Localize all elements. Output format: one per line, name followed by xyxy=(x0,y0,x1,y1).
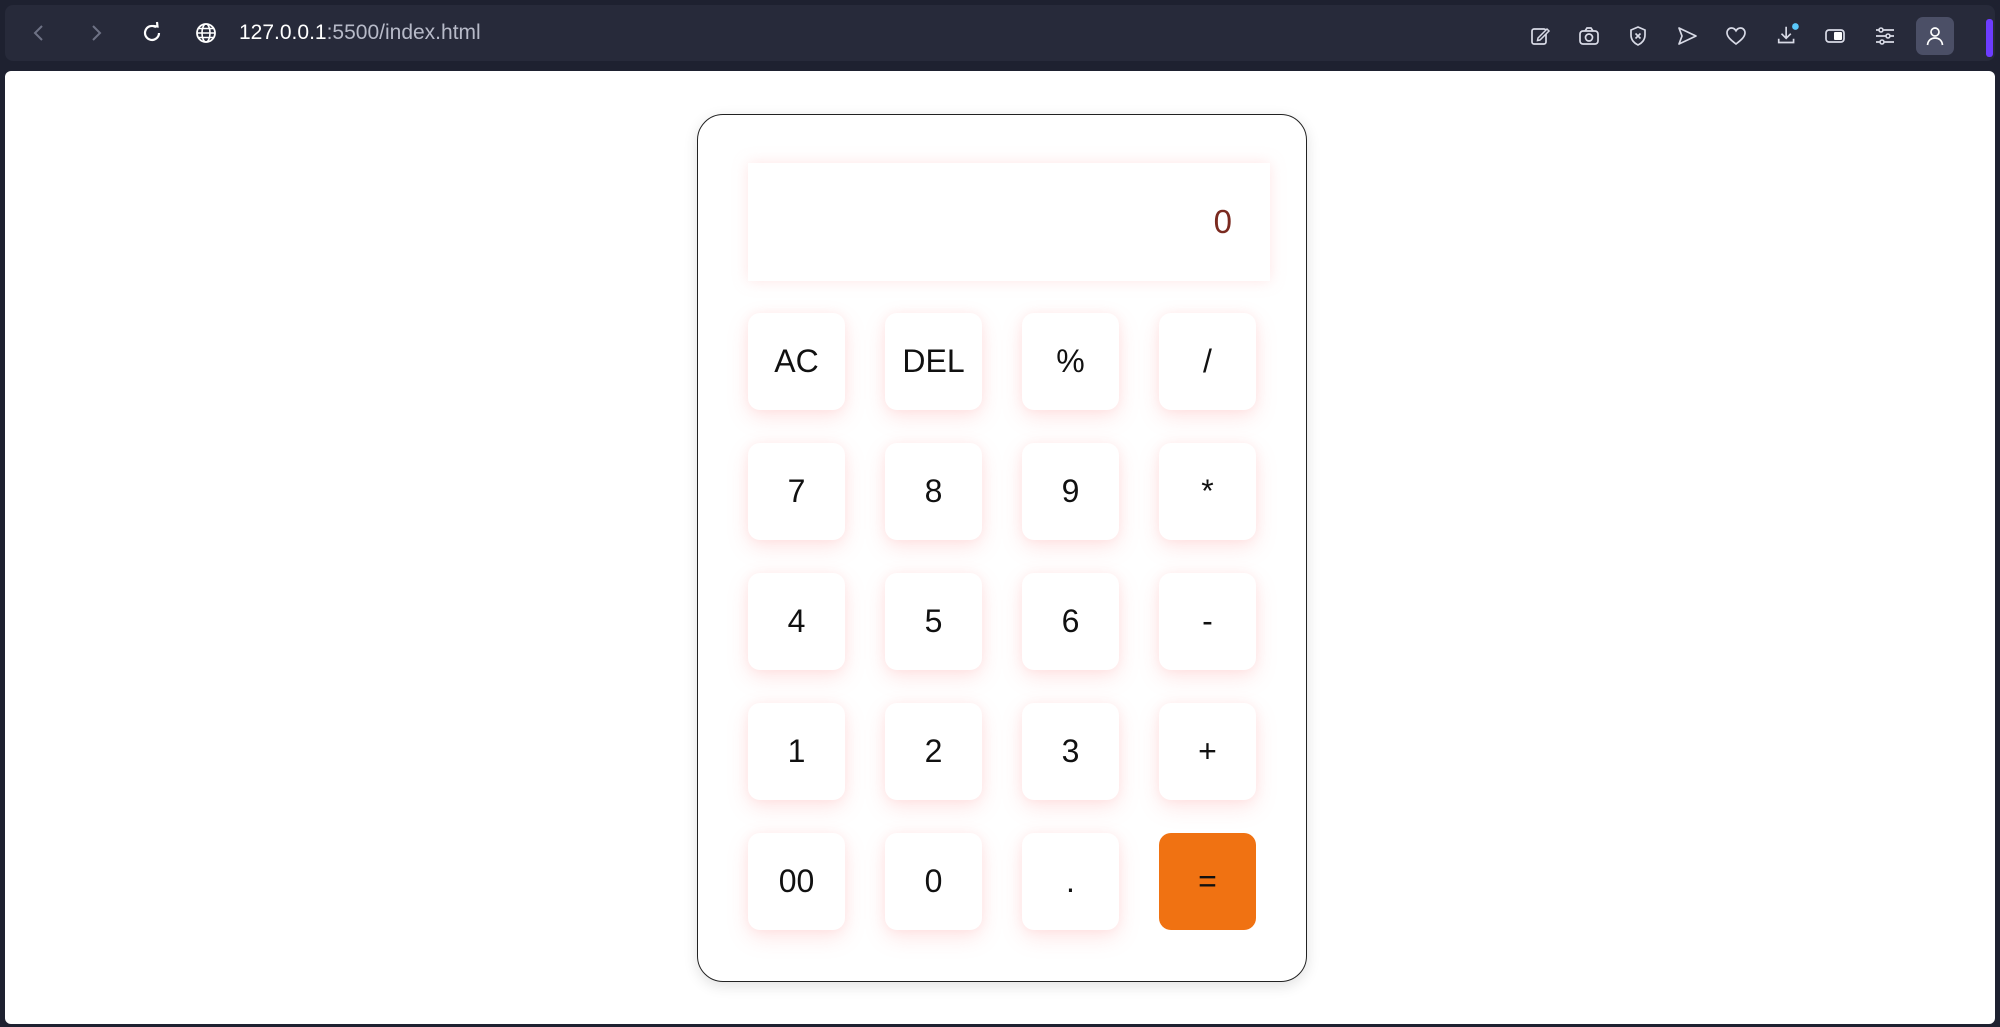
key-1-button[interactable]: 1 xyxy=(748,703,845,800)
calculator-display: 0 xyxy=(748,163,1270,281)
calculator: 0 AC DEL%/7 8 9 * 4 5 6-1 2 3 +00 0. = xyxy=(697,114,1307,982)
camera-icon[interactable] xyxy=(1576,23,1602,49)
heart-icon[interactable] xyxy=(1723,23,1749,49)
key-8-button[interactable]: 8 xyxy=(885,443,982,540)
browser-toolbar: 127.0.0.1:5500/index.html xyxy=(5,5,1995,61)
key-subtract-button[interactable]: - xyxy=(1159,573,1256,670)
key-equals-button[interactable]: = xyxy=(1159,833,1256,930)
edit-icon[interactable] xyxy=(1527,23,1553,49)
globe-icon[interactable] xyxy=(192,19,220,47)
battery-icon[interactable] xyxy=(1823,23,1849,49)
key-double-zero-button[interactable]: 00 xyxy=(748,833,845,930)
sidebar-accent-strip[interactable] xyxy=(1986,19,1993,57)
key-0-button[interactable]: 0 xyxy=(885,833,982,930)
back-icon[interactable] xyxy=(25,19,53,47)
forward-icon[interactable] xyxy=(82,19,110,47)
key-add-button[interactable]: + xyxy=(1159,703,1256,800)
shield-icon[interactable] xyxy=(1625,23,1651,49)
key-divide-button[interactable]: / xyxy=(1159,313,1256,410)
download-icon[interactable] xyxy=(1775,23,1801,49)
address-bar[interactable]: 127.0.0.1:5500/index.html xyxy=(239,20,481,46)
key-2-button[interactable]: 2 xyxy=(885,703,982,800)
key-4-button[interactable]: 4 xyxy=(748,573,845,670)
reload-icon[interactable] xyxy=(138,19,166,47)
key-5-button[interactable]: 5 xyxy=(885,573,982,670)
profile-icon[interactable] xyxy=(1916,17,1954,55)
url-host: 127.0.0.1 xyxy=(239,21,327,44)
sliders-icon[interactable] xyxy=(1872,23,1898,49)
send-icon[interactable] xyxy=(1674,23,1700,49)
key-clear-button[interactable]: AC xyxy=(748,313,845,410)
key-multiply-button[interactable]: * xyxy=(1159,443,1256,540)
key-decimal-button[interactable]: . xyxy=(1022,833,1119,930)
url-path: :5500/index.html xyxy=(326,21,481,44)
key-6-button[interactable]: 6 xyxy=(1022,573,1119,670)
key-percent-button[interactable]: % xyxy=(1022,313,1119,410)
key-9-button[interactable]: 9 xyxy=(1022,443,1119,540)
key-7-button[interactable]: 7 xyxy=(748,443,845,540)
key-delete-button[interactable]: DEL xyxy=(885,313,982,410)
page-viewport: 0 AC DEL%/7 8 9 * 4 5 6-1 2 3 +00 0. = xyxy=(5,71,1995,1024)
key-3-button[interactable]: 3 xyxy=(1022,703,1119,800)
